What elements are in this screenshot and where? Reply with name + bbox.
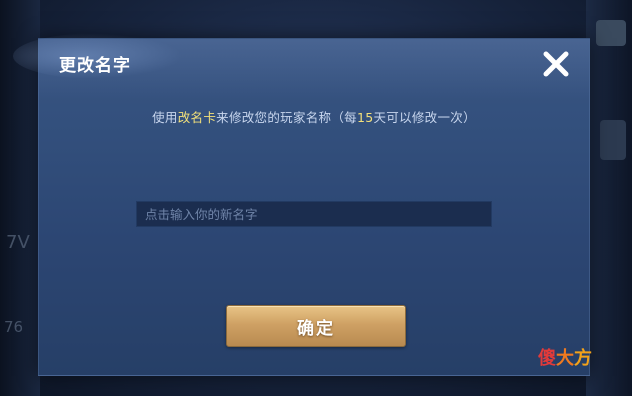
watermark-char: 傻 xyxy=(538,348,556,369)
background-decoration xyxy=(596,20,626,46)
dialog-instructions: 使用改名卡来修改您的玩家名称（每15天可以修改一次） xyxy=(39,107,589,126)
dialog-title: 更改名字 xyxy=(59,56,131,76)
game-screen: 7V 76 更改名字 使用改名卡来修改您的玩家名称（每15天可以修改一次） 确定… xyxy=(0,0,632,396)
instructions-text: 天可以修改一次） xyxy=(373,110,476,125)
instructions-text: 使用 xyxy=(152,110,178,125)
background-decoration xyxy=(600,120,626,160)
close-icon xyxy=(543,51,569,77)
rename-card-highlight: 改名卡 xyxy=(177,110,217,125)
days-highlight: 15 xyxy=(356,110,374,125)
watermark-logo: 傻大方 xyxy=(538,344,592,370)
background-label: 76 xyxy=(4,318,24,336)
rename-dialog: 更改名字 使用改名卡来修改您的玩家名称（每15天可以修改一次） 确定 xyxy=(13,33,590,376)
instructions-text: 来修改您的玩家名称（每 xyxy=(216,110,357,125)
close-button[interactable] xyxy=(539,47,573,81)
watermark-char: 方 xyxy=(574,348,592,369)
background-right-panel xyxy=(586,0,632,396)
background-label: 7V xyxy=(6,232,30,253)
new-name-input[interactable] xyxy=(136,201,492,227)
watermark-char: 大 xyxy=(556,348,574,369)
confirm-button[interactable]: 确定 xyxy=(226,305,406,347)
